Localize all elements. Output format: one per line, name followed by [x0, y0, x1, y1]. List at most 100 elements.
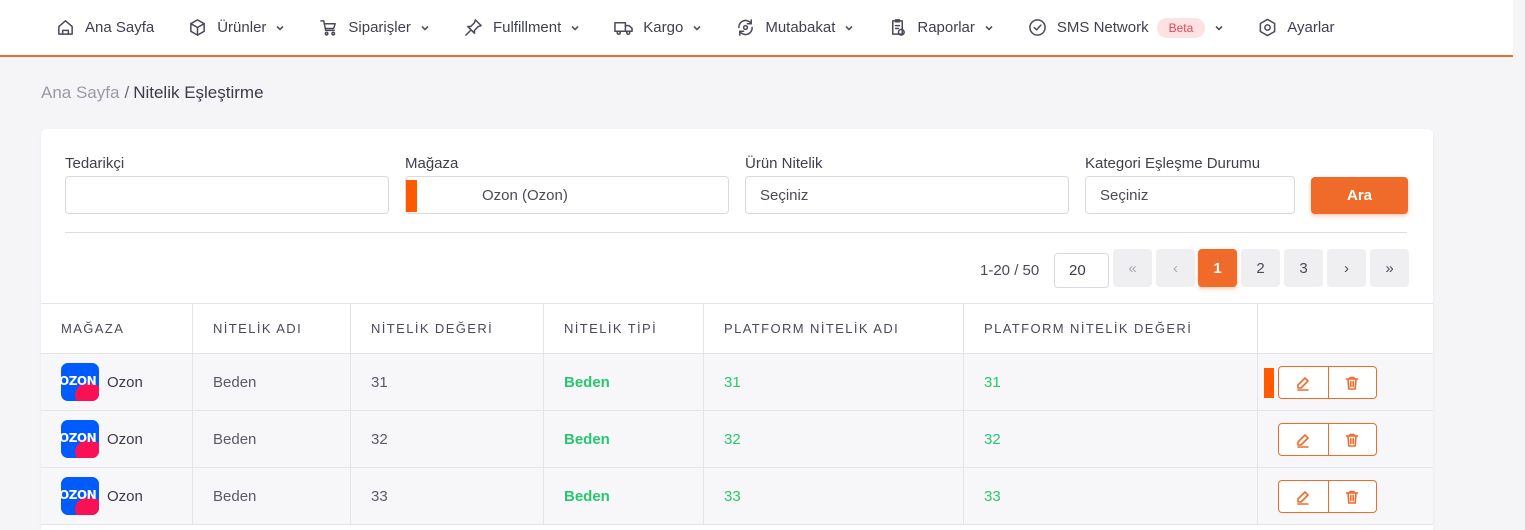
column-header-platform-name: PLATFORM NİTELİK ADI: [704, 304, 964, 353]
chevron-down-icon: [571, 25, 579, 31]
table-row: OZON Ozon Beden 33 Beden 33 33: [41, 468, 1433, 525]
trash-icon: [1345, 376, 1359, 390]
store-cell: OZON Ozon: [41, 468, 193, 524]
pagination-info: 1-20 / 50: [980, 262, 1040, 279]
nav-label: Mutabakat: [765, 19, 836, 36]
store-name: Ozon: [107, 487, 143, 505]
store-select-value: Ozon (Ozon): [482, 186, 568, 204]
column-header-attr-name: NİTELİK ADI: [193, 304, 351, 353]
search-button[interactable]: Ara: [1311, 177, 1408, 214]
nav-item-kargo[interactable]: Kargo: [614, 3, 702, 53]
platform-value-cell: 33: [964, 468, 1258, 524]
nav-item-ana-sayfa[interactable]: Ana Sayfa: [56, 3, 154, 53]
store-name: Ozon: [107, 430, 143, 448]
column-header-attr-value: NİTELİK DEĞERİ: [351, 304, 544, 353]
page-title: Nitelik Eşleştirme: [133, 83, 264, 102]
chevron-down-icon: [276, 25, 284, 31]
check-circle-icon: [1029, 19, 1046, 36]
nav-item-mutabakat[interactable]: Mutabakat: [736, 3, 854, 53]
row-marker: [1264, 368, 1274, 398]
edit-icon: [1297, 490, 1310, 505]
actions-cell: [1258, 411, 1433, 467]
last-page-button[interactable]: »: [1370, 249, 1409, 287]
logo-text: OZON: [61, 374, 97, 388]
beta-badge: Beta: [1156, 17, 1206, 38]
chevron-down-icon: [985, 25, 993, 31]
attribute-select[interactable]: Seçiniz: [745, 176, 1069, 214]
delete-button[interactable]: [1327, 367, 1377, 398]
nav-label: Ayarlar: [1287, 19, 1335, 36]
logo-text: OZON: [61, 488, 97, 502]
supplier-input[interactable]: [65, 176, 389, 214]
divider: [65, 232, 1407, 233]
table-header-row: MAĞAZA NİTELİK ADI NİTELİK DEĞERİ NİTELİ…: [41, 304, 1433, 354]
store-marker: [406, 180, 417, 212]
nav-item-ayarlar[interactable]: Ayarlar: [1258, 3, 1335, 53]
attribute-label: Ürün Nitelik: [745, 155, 823, 172]
attr-value-cell: 33: [351, 468, 544, 524]
first-page-button[interactable]: «: [1113, 249, 1152, 287]
nav-item-siparisler[interactable]: Siparişler: [319, 3, 430, 53]
table-row: OZON Ozon Beden 32 Beden 32 32: [41, 411, 1433, 468]
settings-icon: [1259, 18, 1276, 37]
actions-cell: [1258, 468, 1433, 524]
action-group: [1278, 366, 1377, 399]
platform-name-cell: 31: [704, 354, 964, 410]
nav-label: Ana Sayfa: [85, 19, 155, 36]
top-navigation: Ana Sayfa Ürünler Siparişler Fulfillment…: [0, 0, 1523, 57]
edit-icon: [1297, 376, 1310, 391]
next-page-button[interactable]: ›: [1327, 249, 1366, 287]
attr-name-cell: Beden: [193, 354, 351, 410]
attr-type-cell: Beden: [544, 468, 704, 524]
cart-icon: [320, 20, 337, 36]
column-header-actions: [1258, 304, 1433, 353]
page-button-1[interactable]: 1: [1198, 249, 1237, 287]
page-scrollbar[interactable]: [1513, 0, 1525, 530]
page-button-3[interactable]: 3: [1284, 249, 1323, 287]
trash-icon: [1345, 433, 1359, 447]
box-icon: [190, 19, 206, 36]
page-button-2[interactable]: 2: [1241, 249, 1280, 287]
nav-label: SMS Network: [1056, 19, 1149, 36]
table-row: OZON Ozon Beden 31 Beden 31 31: [41, 354, 1433, 411]
attr-type-cell: Beden: [544, 411, 704, 467]
attribute-mapping-table: MAĞAZA NİTELİK ADI NİTELİK DEĞERİ NİTELİ…: [41, 303, 1433, 525]
ozon-logo: OZON: [61, 477, 99, 515]
edit-button[interactable]: [1279, 367, 1328, 398]
ozon-logo: OZON: [61, 363, 99, 401]
delete-button[interactable]: [1327, 424, 1377, 455]
chevron-down-icon: [693, 25, 701, 31]
breadcrumb: Ana Sayfa / Nitelik Eşleştirme: [41, 83, 264, 103]
chevron-down-icon: [421, 25, 429, 31]
category-status-select[interactable]: Seçiniz: [1085, 176, 1295, 214]
breadcrumb-home-link[interactable]: Ana Sayfa: [41, 83, 119, 102]
platform-name-cell: 32: [704, 411, 964, 467]
action-group: [1278, 480, 1377, 513]
attr-name-cell: Beden: [193, 468, 351, 524]
edit-button[interactable]: [1279, 424, 1328, 455]
attr-name-cell: Beden: [193, 411, 351, 467]
attr-value-cell: 31: [351, 354, 544, 410]
edit-icon: [1297, 433, 1310, 448]
trash-icon: [1345, 490, 1359, 504]
edit-button[interactable]: [1279, 481, 1328, 512]
store-name: Ozon: [107, 373, 143, 391]
prev-page-button[interactable]: ‹: [1156, 249, 1195, 287]
platform-value-cell: 31: [964, 354, 1258, 410]
chevron-down-icon: [845, 25, 853, 31]
action-group: [1278, 423, 1377, 456]
nav-item-fulfillment[interactable]: Fulfillment: [464, 3, 580, 53]
store-cell: OZON Ozon: [41, 354, 193, 410]
column-header-attr-type: NİTELİK TİPİ: [544, 304, 704, 353]
store-cell: OZON Ozon: [41, 411, 193, 467]
nav-item-raporlar[interactable]: Raporlar: [888, 3, 994, 53]
store-select[interactable]: Ozon (Ozon): [405, 176, 729, 214]
platform-name-cell: 33: [704, 468, 964, 524]
delete-button[interactable]: [1327, 481, 1377, 512]
home-icon: [58, 20, 73, 35]
page-size-input[interactable]: 20: [1054, 253, 1109, 288]
nav-item-sms-network[interactable]: SMS Network Beta: [1028, 3, 1224, 53]
nav-item-urunler[interactable]: Ürünler: [188, 3, 285, 53]
reconcile-icon: [738, 19, 754, 36]
attr-type-cell: Beden: [544, 354, 704, 410]
